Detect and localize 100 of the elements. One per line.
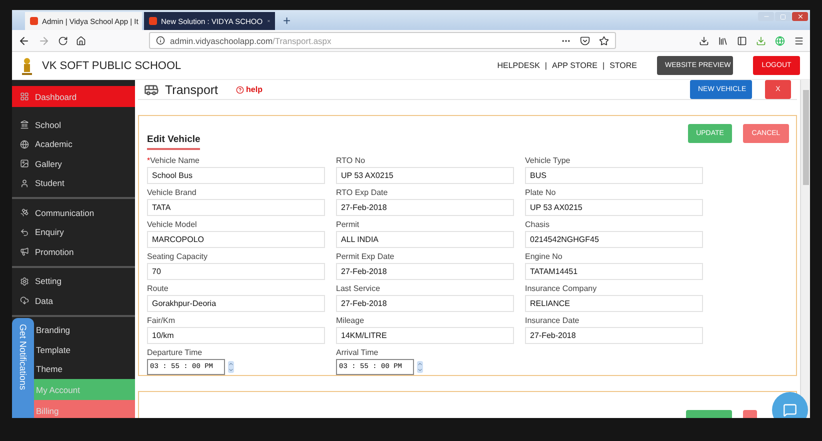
school-logo <box>20 56 34 76</box>
field-label: Vehicle Model <box>147 220 198 230</box>
field-label: RTO No <box>336 156 366 166</box>
input-field[interactable]: 70 <box>147 263 325 280</box>
chat-button[interactable] <box>772 392 808 418</box>
favicon-icon <box>149 17 157 25</box>
sidebar-item[interactable]: Gallery <box>12 154 135 174</box>
field-label: Engine No <box>525 252 564 262</box>
header-link[interactable]: APP STORE <box>552 61 598 70</box>
sidebar-item[interactable]: Promotion <box>12 242 135 262</box>
field-label: Route <box>147 284 170 294</box>
menu-item-icon <box>20 208 29 218</box>
url-host: admin.vidyaschoolapp.com <box>170 36 273 46</box>
field-label: Chasis <box>525 220 550 230</box>
menu-item-icon <box>20 140 29 149</box>
field-label: Insurance Date <box>525 316 580 326</box>
field-label: Permit Exp Date <box>336 252 396 262</box>
extension-icon[interactable] <box>775 36 785 46</box>
close-button[interactable] <box>792 12 808 21</box>
header-link[interactable]: STORE <box>610 61 637 70</box>
page-title: Transport <box>165 82 218 96</box>
input-field[interactable]: MARCOPOLO <box>147 231 325 248</box>
school-name: VK SOFT PUBLIC SCHOOL <box>42 60 182 72</box>
field-label: Mileage <box>336 316 366 326</box>
input-field[interactable]: 10/km <box>147 327 325 344</box>
sidebar-item[interactable]: Template <box>34 340 135 360</box>
field-label: Arrival Time <box>336 348 380 358</box>
bus-icon <box>144 82 159 97</box>
field-label: RTO Exp Date <box>336 188 389 198</box>
field-label: Insurance Company <box>525 284 598 294</box>
spinner-icon[interactable] <box>228 361 234 373</box>
field-label: Plate No <box>525 188 557 198</box>
input-field[interactable]: BUS <box>525 167 703 184</box>
pocket-icon[interactable] <box>580 36 590 46</box>
field-label: Vehicle Type <box>525 156 572 166</box>
separator: | <box>602 61 605 70</box>
scrollbar[interactable] <box>800 80 810 418</box>
spinner-icon[interactable] <box>417 361 423 373</box>
field-label: Departure Time <box>147 348 204 358</box>
input-field[interactable]: UP 53 AX0215 <box>525 199 703 216</box>
favicon-icon <box>30 17 38 25</box>
sidebar-item[interactable]: Enquiry <box>12 222 135 242</box>
field-label: Fair/Km <box>147 316 176 326</box>
sidebar-item[interactable]: Theme <box>34 360 135 379</box>
input-field[interactable]: School Bus <box>147 167 325 184</box>
reload-icon[interactable] <box>58 36 68 46</box>
menu-item-icon <box>20 92 29 101</box>
sidebar-item[interactable]: Student <box>12 174 135 193</box>
field-label: Seating Capacity <box>147 252 208 262</box>
input-field[interactable]: TATA <box>147 199 325 216</box>
library-icon[interactable] <box>718 36 728 46</box>
field-label: Permit <box>336 220 360 230</box>
address-bar[interactable]: admin.vidyaschoolapp.com/Transport.aspx <box>149 32 616 49</box>
help-link[interactable]: help <box>236 85 262 94</box>
close-icon <box>796 13 804 20</box>
star-icon[interactable] <box>599 36 609 46</box>
new-tab-button[interactable]: + <box>277 12 297 28</box>
sidebar-item[interactable]: Setting <box>12 272 135 291</box>
info-icon <box>156 36 165 45</box>
chat-icon <box>783 403 797 417</box>
input-field[interactable]: 27-Feb-2018 <box>336 295 514 312</box>
menu-item-icon <box>20 276 29 286</box>
extension-icon[interactable] <box>756 36 766 46</box>
form-title: Edit Vehicle <box>147 129 200 150</box>
input-field[interactable]: 27-Feb-2018 <box>525 327 703 344</box>
field-label: Last Service <box>336 284 382 294</box>
input-field[interactable]: Gorakhpur-Deoria <box>147 295 325 312</box>
input-field[interactable]: 27-Feb-2018 <box>336 199 514 216</box>
menu-item-icon <box>20 120 29 130</box>
download-icon[interactable] <box>699 36 709 46</box>
url-path: /Transport.aspx <box>272 36 332 46</box>
sidebar-item[interactable]: Academic <box>12 134 135 154</box>
menu-item-icon <box>20 159 29 168</box>
input-field[interactable]: 0214542NGHGF45 <box>525 231 703 248</box>
input-field[interactable]: TATAM14451 <box>525 263 703 280</box>
sidebar-item[interactable]: Branding <box>34 320 135 340</box>
sidebar-icon[interactable] <box>737 36 747 46</box>
field-label: Vehicle Brand <box>147 188 198 198</box>
help-icon <box>236 86 244 94</box>
sidebar-item[interactable]: School <box>12 115 135 134</box>
forward-icon[interactable] <box>38 34 50 46</box>
input-field[interactable]: RELIANCE <box>525 295 703 312</box>
menu-item-icon <box>20 247 29 256</box>
input-field[interactable]: 14KM/LITRE <box>336 327 514 344</box>
maximize-icon <box>780 14 786 20</box>
header-link[interactable]: HELPDESK <box>497 61 540 70</box>
back-icon[interactable] <box>18 34 30 46</box>
menu-item-icon <box>20 178 29 188</box>
home-icon[interactable] <box>76 36 86 46</box>
menu-item-icon <box>20 228 29 237</box>
field-label: *Vehicle Name <box>147 156 200 166</box>
menu-item-icon <box>20 296 29 306</box>
minimize-icon <box>762 13 770 20</box>
input-field[interactable]: ALL INDIA <box>336 231 514 248</box>
input-field[interactable]: UP 53 AX0215 <box>336 167 514 184</box>
menu-icon[interactable] <box>794 36 804 46</box>
input-field[interactable]: 27-Feb-2018 <box>336 263 514 280</box>
sidebar-item[interactable]: Data <box>12 291 135 310</box>
separator: | <box>544 61 547 70</box>
sidebar-item[interactable]: Communication <box>12 203 135 222</box>
